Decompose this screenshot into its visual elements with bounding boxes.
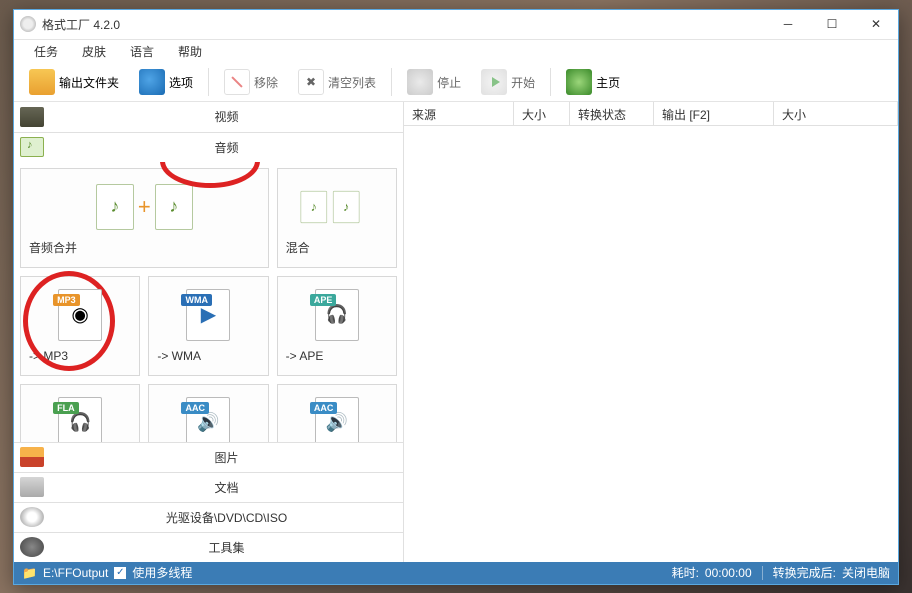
col-output[interactable]: 输出 [F2] — [654, 102, 774, 125]
stop-button[interactable]: 停止 — [398, 65, 470, 99]
options-icon — [139, 69, 165, 95]
play-icon — [481, 69, 507, 95]
stop-icon — [407, 69, 433, 95]
menu-language[interactable]: 语言 — [120, 41, 164, 62]
tools-icon — [20, 537, 44, 557]
output-path[interactable]: E:\FFOutput — [43, 566, 108, 580]
category-video[interactable]: 视频 — [14, 102, 403, 132]
clear-list-button[interactable]: ✖清空列表 — [289, 65, 385, 99]
multithread-checkbox[interactable]: ✓ — [114, 567, 126, 579]
col-size2[interactable]: 大小 — [774, 102, 898, 125]
picture-icon — [20, 447, 44, 467]
audio-icon — [20, 137, 44, 157]
after-action[interactable]: 关闭电脑 — [842, 564, 890, 581]
category-picture[interactable]: 图片 — [14, 442, 403, 472]
to-aac-card-2[interactable]: AAC🔊 — [277, 384, 397, 442]
titlebar: 格式工厂 4.2.0 ─ ☐ ✕ — [14, 10, 898, 40]
menu-skin[interactable]: 皮肤 — [72, 41, 116, 62]
clear-icon: ✖ — [298, 69, 324, 95]
category-tools[interactable]: 工具集 — [14, 532, 403, 562]
minimize-button[interactable]: ─ — [766, 9, 810, 39]
statusbar: 📁 E:\FFOutput ✓ 使用多线程 耗时: 00:00:00 转换完成后… — [14, 562, 898, 584]
menu-help[interactable]: 帮助 — [168, 41, 212, 62]
app-icon — [20, 16, 36, 32]
to-aac-card-1[interactable]: AAC🔊 — [148, 384, 268, 442]
to-mp3-card[interactable]: MP3◉ -> MP3 — [20, 276, 140, 376]
home-button[interactable]: 主页 — [557, 65, 629, 99]
home-icon — [566, 69, 592, 95]
document-icon — [20, 477, 44, 497]
window-title: 格式工厂 4.2.0 — [42, 16, 766, 33]
close-button[interactable]: ✕ — [854, 9, 898, 39]
multithread-label: 使用多线程 — [132, 564, 192, 581]
to-ape-card[interactable]: APE🎧 -> APE — [277, 276, 397, 376]
folder-status-icon: 📁 — [22, 566, 37, 580]
col-source[interactable]: 来源 — [404, 102, 514, 125]
menubar: 任务 皮肤 语言 帮助 — [14, 40, 898, 64]
elapsed-label: 耗时: — [672, 564, 699, 581]
category-audio[interactable]: 音频 — [14, 132, 403, 162]
category-document[interactable]: 文档 — [14, 472, 403, 502]
category-panel: 视频 音频 ♪+♪ 音频合并 ♪♪ 混合 MP3◉ -> — [14, 102, 404, 562]
category-disc[interactable]: 光驱设备\DVD\CD\ISO — [14, 502, 403, 532]
disc-icon — [20, 507, 44, 527]
to-fla-card[interactable]: FLA🎧 — [20, 384, 140, 442]
menu-task[interactable]: 任务 — [24, 41, 68, 62]
audio-join-card[interactable]: ♪+♪ 音频合并 — [20, 168, 269, 268]
remove-button[interactable]: 移除 — [215, 65, 287, 99]
output-folder-button[interactable]: 输出文件夹 — [20, 65, 128, 99]
col-size[interactable]: 大小 — [514, 102, 570, 125]
video-icon — [20, 107, 44, 127]
table-header: 来源 大小 转换状态 输出 [F2] 大小 — [404, 102, 898, 126]
remove-icon — [224, 69, 250, 95]
toolbar: 输出文件夹 选项 移除 ✖清空列表 停止 开始 主页 — [14, 64, 898, 102]
elapsed-time: 00:00:00 — [705, 566, 752, 580]
audio-mix-card[interactable]: ♪♪ 混合 — [277, 168, 397, 268]
maximize-button[interactable]: ☐ — [810, 9, 854, 39]
task-list-panel: 来源 大小 转换状态 输出 [F2] 大小 — [404, 102, 898, 562]
to-wma-card[interactable]: WMA▶ -> WMA — [148, 276, 268, 376]
folder-icon — [29, 69, 55, 95]
options-button[interactable]: 选项 — [130, 65, 202, 99]
after-label: 转换完成后: — [773, 564, 836, 581]
app-window: 格式工厂 4.2.0 ─ ☐ ✕ 任务 皮肤 语言 帮助 输出文件夹 选项 移除… — [13, 9, 899, 585]
task-list-body — [404, 126, 898, 562]
col-state[interactable]: 转换状态 — [570, 102, 654, 125]
start-button[interactable]: 开始 — [472, 65, 544, 99]
